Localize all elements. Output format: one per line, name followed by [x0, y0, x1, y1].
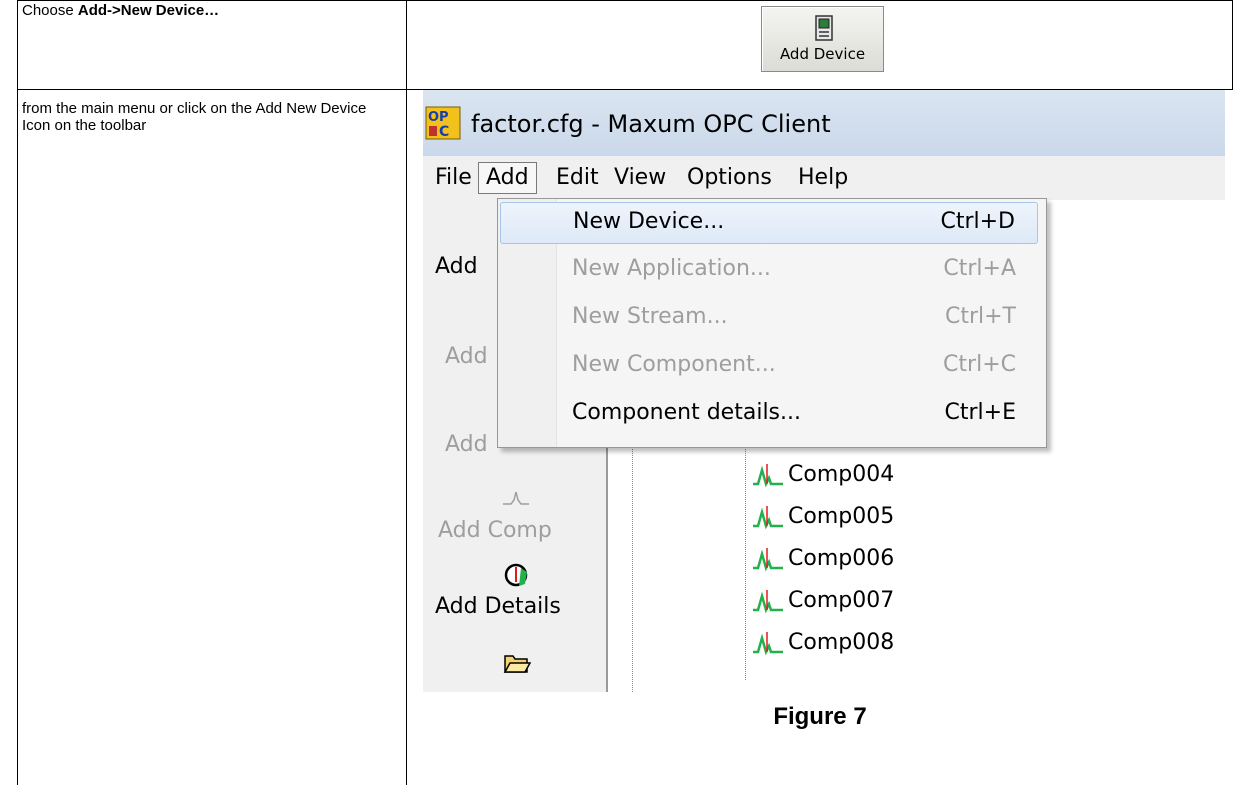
menu-item-label: New Stream...	[572, 304, 728, 329]
open-folder-icon[interactable]	[503, 652, 531, 674]
add-device-button[interactable]: Add Device	[761, 6, 884, 72]
menu-item-new-device[interactable]: New Device... Ctrl+D	[500, 202, 1038, 244]
add-details-tool[interactable]: Add Details	[435, 594, 561, 619]
peak-icon	[753, 632, 783, 656]
peak-icon-disabled	[503, 491, 529, 505]
add-comp-tool[interactable]: Add Comp	[438, 518, 552, 543]
menu-file[interactable]: File	[428, 163, 479, 193]
peak-icon	[753, 548, 783, 572]
menu-help[interactable]: Help	[791, 163, 855, 193]
menu-item-label: New Application...	[572, 256, 771, 281]
tree-item-comp004[interactable]: Comp004	[788, 462, 894, 487]
tree-item-comp006[interactable]: Comp006	[788, 546, 894, 571]
menu-item-shortcut: Ctrl+D	[940, 209, 1015, 234]
instruction-row-1: Choose Add->New Device…	[22, 2, 219, 19]
menu-view[interactable]: View	[607, 163, 673, 193]
menu-edit[interactable]: Edit	[549, 163, 606, 193]
add-device-tool[interactable]: Add	[435, 254, 478, 279]
add-device-label: Add Device	[779, 45, 866, 63]
menu-item-shortcut: Ctrl+T	[944, 304, 1016, 329]
instruction-prefix: Choose	[22, 2, 78, 19]
caption-text: Figure 7	[773, 703, 867, 730]
menu-item-shortcut: Ctrl+E	[944, 400, 1016, 425]
tree-item-comp005[interactable]: Comp005	[788, 504, 894, 529]
menu-bar: File Add Edit View Options Help	[423, 156, 1225, 201]
menu-add[interactable]: Add	[478, 162, 537, 194]
peak-icon	[753, 506, 783, 530]
details-icon	[504, 563, 528, 587]
title-bar: OP C factor.cfg - Maxum OPC Client	[423, 90, 1225, 162]
add-menu-dropdown: New Device... Ctrl+D New Application... …	[497, 198, 1047, 448]
table-border-left	[17, 0, 18, 785]
table-border-right	[1232, 0, 1233, 90]
figure-caption: Figure 7	[407, 703, 1233, 731]
peak-icon	[753, 590, 783, 614]
device-icon	[815, 15, 833, 41]
menu-item-label: New Component...	[572, 352, 776, 377]
instruction-bold: Add->New Device…	[77, 2, 220, 19]
menu-options[interactable]: Options	[680, 163, 779, 193]
menu-item-label: Component details...	[572, 400, 801, 425]
menu-item-new-stream[interactable]: New Stream... Ctrl+T	[500, 298, 1038, 340]
menu-item-component-details[interactable]: Component details... Ctrl+E	[500, 394, 1038, 436]
add-stream-tool[interactable]: Add	[445, 432, 488, 457]
svg-text:C: C	[439, 124, 449, 140]
tree-item-comp008[interactable]: Comp008	[788, 630, 894, 655]
menu-item-new-application[interactable]: New Application... Ctrl+A	[500, 250, 1038, 292]
menu-item-new-component[interactable]: New Component... Ctrl+C	[500, 346, 1038, 388]
menu-item-shortcut: Ctrl+C	[943, 352, 1016, 377]
opc-app-icon: OP C	[425, 106, 461, 140]
table-border-center	[406, 0, 407, 785]
menu-item-label: New Device...	[573, 209, 725, 234]
peak-icon	[753, 464, 783, 488]
app-window: OP C factor.cfg - Maxum OPC Client File …	[423, 90, 1225, 692]
table-border-top	[17, 0, 1233, 1]
menu-item-shortcut: Ctrl+A	[943, 256, 1016, 281]
tree-item-comp007[interactable]: Comp007	[788, 588, 894, 613]
add-app-tool[interactable]: Add	[445, 344, 488, 369]
instruction-row-2: from the main menu or click on the Add N…	[22, 100, 367, 134]
window-title: factor.cfg - Maxum OPC Client	[471, 110, 831, 138]
svg-text:OP: OP	[428, 110, 449, 125]
